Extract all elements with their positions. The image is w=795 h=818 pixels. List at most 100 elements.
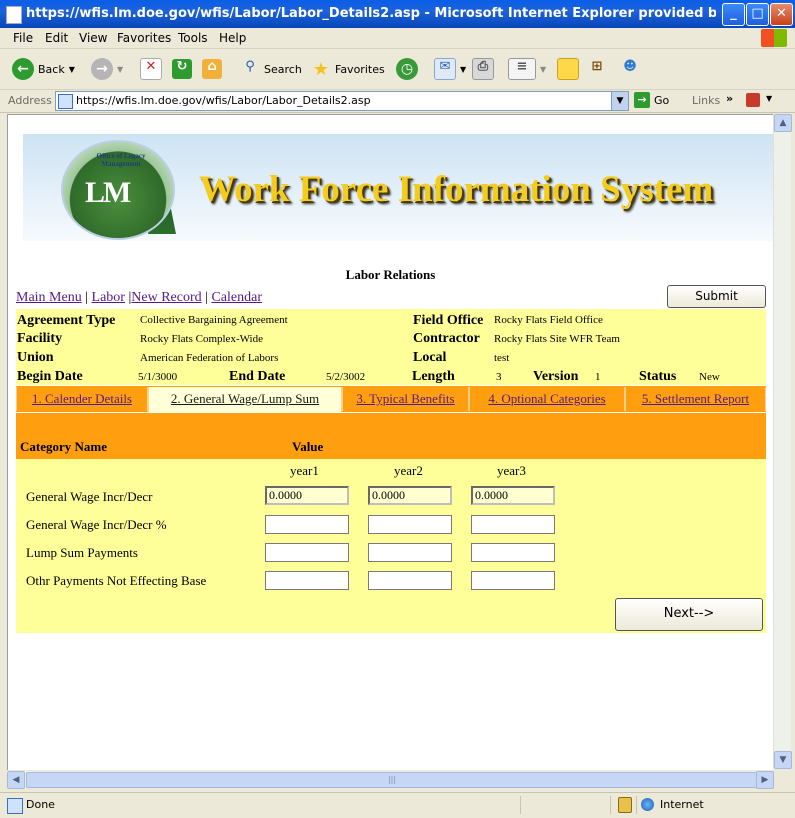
security-zone: Internet [660, 798, 704, 811]
other-payments-year2-input[interactable] [368, 571, 452, 590]
category-name-header: Category Name [20, 439, 107, 454]
favorites-label: Favorites [335, 62, 385, 76]
globe-icon [641, 798, 654, 811]
messenger-button[interactable]: ☻ [620, 57, 640, 81]
back-button[interactable]: ← Back ▼ [12, 57, 75, 81]
table-header: Category Name Value [16, 413, 766, 459]
home-icon: ⌂ [202, 59, 222, 79]
length-value: 3 [496, 371, 502, 383]
menu-file[interactable]: File [13, 31, 33, 45]
general-wage-year2-input[interactable] [368, 486, 452, 505]
mail-icon: ✉ [434, 58, 456, 80]
tab-calender-details[interactable]: 1. Calender Details [16, 387, 148, 411]
general-wage-pct-year2-input[interactable] [368, 515, 452, 534]
back-label: Back [38, 62, 65, 76]
edit-button[interactable]: ≡ ▼ [508, 57, 546, 81]
links-button[interactable]: Links [692, 94, 720, 107]
scroll-down-icon[interactable]: ▼ [774, 751, 792, 769]
new-record-link[interactable]: New Record [131, 290, 201, 305]
scroll-thumb[interactable]: ||| [26, 772, 758, 788]
logo-text: LM [85, 176, 131, 209]
next-button[interactable]: Next--> [615, 598, 763, 631]
tab-settlement-report[interactable]: 5. Settlement Report [625, 387, 766, 411]
scroll-up-icon[interactable]: ▲ [774, 114, 792, 132]
menu-tools[interactable]: Tools [178, 31, 208, 45]
year2-header: year2 [394, 463, 423, 478]
divider [610, 796, 611, 814]
local-label: Local [413, 350, 447, 365]
research-button[interactable]: ⊞ [587, 57, 607, 81]
history-button[interactable]: ◷ [396, 57, 418, 81]
favorites-button[interactable]: ★ Favorites [311, 57, 385, 81]
contractor-label: Contractor [413, 331, 480, 346]
row-label: General Wage Incr/Decr % [26, 517, 167, 532]
chevron-down-icon[interactable]: ▼ [766, 94, 772, 103]
chevron-down-icon[interactable]: ▼ [611, 92, 628, 110]
main-menu-link[interactable]: Main Menu [16, 290, 82, 305]
research-icon: ⊞ [591, 59, 603, 74]
address-label: Address [8, 94, 52, 107]
tab-general-wage[interactable]: 2. General Wage/Lump Sum [148, 387, 342, 412]
search-button[interactable]: ⚲ Search [240, 57, 302, 81]
menu-edit[interactable]: Edit [45, 31, 68, 45]
tab-bar: 1. Calender Details 2. General Wage/Lump… [16, 386, 766, 412]
tab-optional-categories[interactable]: 4. Optional Categories [469, 387, 625, 411]
submit-button[interactable]: Submit [667, 285, 766, 308]
chevron-right-icon[interactable]: » [726, 92, 733, 105]
forward-button[interactable]: → ▼ [91, 57, 123, 81]
stop-icon: ✕ [140, 58, 162, 80]
tab-typical-benefits[interactable]: 3. Typical Benefits [342, 387, 469, 411]
acrobat-icon[interactable] [746, 93, 760, 107]
other-payments-year3-input[interactable] [471, 571, 555, 590]
general-wage-year3-input[interactable] [471, 486, 555, 505]
value-header: Value [292, 439, 324, 454]
page-content: Office of Legacy Management LM Work Forc… [7, 114, 773, 770]
general-wage-year1-input[interactable] [265, 486, 349, 505]
address-input[interactable]: https://wfis.lm.doe.gov/wfis/Labor/Labor… [55, 91, 629, 111]
print-button[interactable]: ⎙ [472, 57, 494, 81]
mail-button[interactable]: ✉ ▼ [434, 57, 466, 81]
stop-button[interactable]: ✕ [140, 57, 162, 81]
facility-value: Rocky Flats Complex-Wide [140, 333, 263, 345]
vertical-scrollbar[interactable]: ▲ ▼ [773, 114, 792, 769]
general-wage-pct-year1-input[interactable] [265, 515, 349, 534]
star-icon: ★ [312, 59, 330, 80]
lump-sum-year2-input[interactable] [368, 543, 452, 562]
chevron-down-icon: ▼ [68, 64, 75, 74]
minimize-button[interactable]: _ [722, 3, 745, 26]
union-label: Union [17, 350, 54, 365]
calendar-link[interactable]: Calendar [211, 290, 262, 305]
note-icon [557, 58, 579, 80]
home-button[interactable]: ⌂ [202, 57, 222, 81]
union-value: American Federation of Labors [140, 352, 279, 364]
scroll-left-icon[interactable]: ◀ [7, 771, 25, 789]
go-button[interactable]: → Go [634, 92, 669, 108]
labor-link[interactable]: Labor [92, 290, 125, 305]
divider [636, 796, 637, 814]
horizontal-scrollbar[interactable]: ◀ ||| ▶ [7, 771, 774, 789]
refresh-button[interactable]: ↻ [172, 57, 192, 81]
other-payments-year1-input[interactable] [265, 571, 349, 590]
lump-sum-year1-input[interactable] [265, 543, 349, 562]
chevron-down-icon: ▼ [460, 64, 467, 74]
close-button[interactable]: ✕ [770, 3, 793, 26]
header-banner: Office of Legacy Management LM Work Forc… [23, 134, 773, 241]
maximize-button[interactable]: □ [746, 3, 769, 26]
page-title: Labor Relations [345, 267, 436, 282]
general-wage-pct-year3-input[interactable] [471, 515, 555, 534]
lm-logo: Office of Legacy Management LM [61, 140, 175, 240]
local-value: test [494, 352, 510, 364]
logo-caption: Office of Legacy Management [96, 152, 146, 168]
lump-sum-year3-input[interactable] [471, 543, 555, 562]
status-text: Done [26, 798, 55, 811]
end-date-label: End Date [229, 369, 286, 384]
menu-help[interactable]: Help [219, 31, 246, 45]
scroll-right-icon[interactable]: ▶ [756, 771, 774, 789]
field-office-label: Field Office [413, 313, 484, 328]
menu-favorites[interactable]: Favorites [117, 31, 171, 45]
menu-view[interactable]: View [79, 31, 107, 45]
agreement-type-label: Agreement Type [17, 313, 116, 328]
discuss-button[interactable] [557, 57, 579, 81]
nav-separator: | [85, 290, 89, 305]
forward-arrow-icon: → [91, 58, 113, 80]
